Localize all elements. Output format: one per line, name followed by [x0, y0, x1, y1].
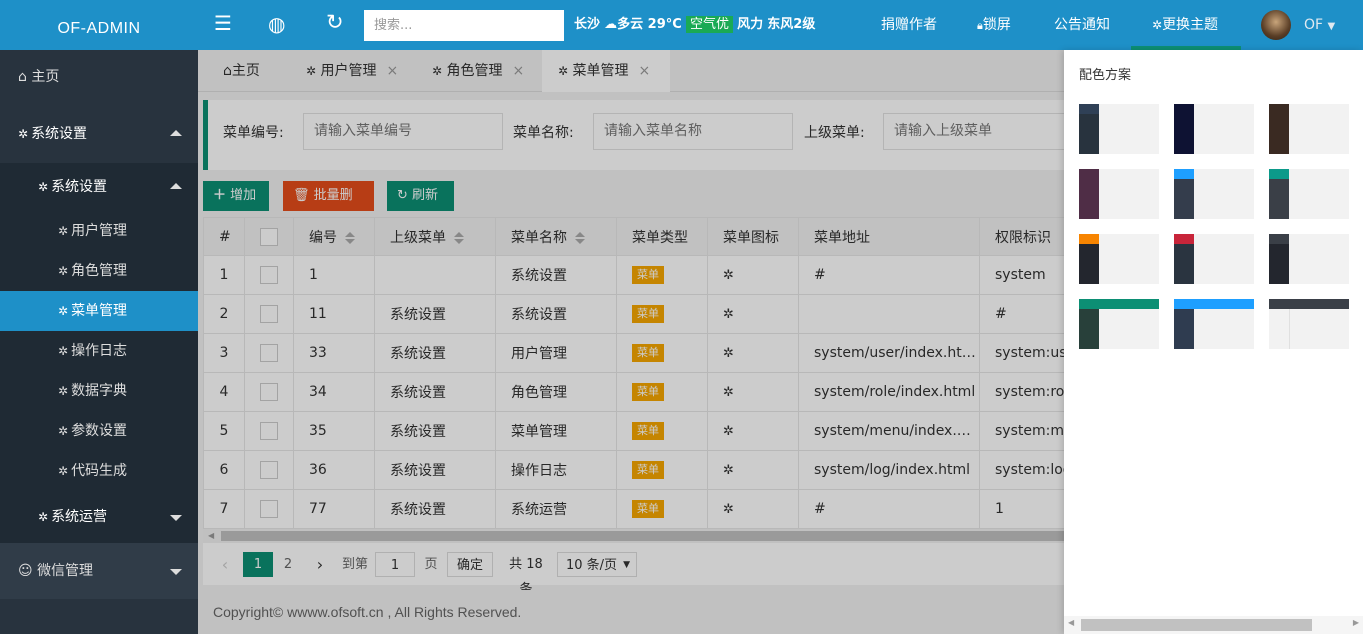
theme-swatch[interactable] — [1269, 234, 1349, 284]
theme-swatch[interactable] — [1079, 234, 1159, 284]
sidebar-item-menus[interactable]: ✲ 菜单管理 — [0, 291, 198, 331]
sidebar-submenu: ✲ 系统设置 ✲ 用户管理 ✲ 角色管理 ✲ 菜单管理 ✲ 操作日志 ✲ 数据字典 ✲ 参数设… — [0, 163, 198, 543]
sidebar-item-logs[interactable]: ✲ 操作日志 — [0, 331, 198, 371]
gear-icon: ✲ — [18, 127, 29, 141]
wind-text: 东风2级 — [767, 17, 816, 32]
theme-swatch[interactable] — [1079, 169, 1159, 219]
refresh-icon[interactable]: ↻ — [326, 10, 344, 34]
caret-down-icon — [170, 569, 182, 575]
sidebar-group-label: 微信管理 — [37, 563, 94, 579]
sidebar: OF-ADMIN ⌂ 主页 ✲ 系统设置 ✲ 系统设置 ✲ 用户管理 ✲ 角色管理 ✲ 菜… — [0, 0, 198, 634]
weather-text: 多云 29°C — [617, 17, 682, 32]
donate-link[interactable]: 捐赠作者 — [881, 0, 937, 50]
sidebar-group-system[interactable]: ✲ 系统设置 — [0, 105, 198, 163]
sidebar-item-roles[interactable]: ✲ 角色管理 — [0, 251, 198, 291]
avatar[interactable] — [1261, 10, 1291, 40]
theme-link[interactable]: ✲更换主题 — [1152, 0, 1218, 50]
wind-label: 风力 — [737, 17, 764, 32]
lock-screen-link[interactable]: 🔒︎锁屏 — [977, 0, 1011, 51]
theme-swatch[interactable] — [1174, 299, 1254, 349]
gear-icon: ✲ — [58, 224, 69, 238]
user-menu[interactable]: OF ▼ — [1304, 0, 1335, 52]
caret-down-icon — [170, 515, 182, 521]
gear-icon: ✲ — [58, 264, 69, 278]
sidebar-item-label: 主页 — [31, 69, 60, 85]
theme-swatch[interactable] — [1174, 234, 1254, 284]
sidebar-item-params[interactable]: ✲ 参数设置 — [0, 411, 198, 451]
caret-up-icon — [170, 130, 182, 136]
sidebar-subgroup-label: 系统设置 — [51, 179, 108, 195]
notice-link[interactable]: 公告通知 — [1054, 0, 1110, 50]
globe-icon[interactable]: ◍ — [268, 12, 285, 36]
sidebar-item-dict[interactable]: ✲ 数据字典 — [0, 371, 198, 411]
gear-icon: ✲ — [58, 464, 69, 478]
menu-toggle-icon[interactable]: ☰ — [214, 11, 232, 35]
theme-swatch[interactable] — [1079, 104, 1159, 154]
sidebar-item-home[interactable]: ⌂ 主页 — [0, 50, 198, 105]
air-quality-badge: 空气优 — [685, 16, 733, 33]
theme-swatch[interactable] — [1269, 104, 1349, 154]
sidebar-subgroup-label: 系统运营 — [51, 509, 108, 525]
panel-scrollbar[interactable]: ◀ ▶ — [1064, 616, 1363, 634]
theme-swatch[interactable] — [1269, 169, 1349, 219]
theme-label: 更换主题 — [1162, 17, 1219, 33]
gear-icon: ✲ — [58, 304, 69, 318]
gear-icon: ✲ — [38, 180, 49, 194]
sidebar-item-label: 操作日志 — [71, 343, 128, 359]
theme-panel: 配色方案 ◀ ▶ — [1064, 50, 1363, 634]
sidebar-item-label: 用户管理 — [71, 223, 128, 239]
sidebar-subgroup-ops[interactable]: ✲ 系统运营 — [0, 491, 198, 543]
scrollbar-thumb[interactable] — [1081, 619, 1312, 631]
theme-swatch[interactable] — [1174, 104, 1254, 154]
city-label: 长沙 — [574, 17, 601, 32]
theme-panel-title: 配色方案 — [1079, 68, 1132, 83]
sidebar-item-label: 菜单管理 — [71, 303, 128, 319]
sidebar-item-label: 参数设置 — [71, 423, 128, 439]
sidebar-group-label: 系统设置 — [31, 126, 88, 142]
scroll-right-icon[interactable]: ▶ — [1353, 618, 1359, 627]
gear-icon: ✲ — [58, 344, 69, 358]
lock-label: 锁屏 — [982, 17, 1011, 33]
app-logo[interactable]: OF-ADMIN — [0, 0, 198, 50]
theme-swatch[interactable] — [1079, 299, 1159, 349]
gear-icon: ✲ — [38, 510, 49, 524]
gear-icon: ✲ — [58, 424, 69, 438]
theme-swatch[interactable] — [1269, 299, 1349, 349]
sidebar-item-label: 代码生成 — [71, 463, 128, 479]
sidebar-item-label: 角色管理 — [71, 263, 128, 279]
search-input[interactable]: 搜索... — [364, 10, 564, 41]
user-name: OF — [1304, 17, 1324, 33]
cloud-icon: ☁ — [604, 17, 618, 32]
sidebar-item-label: 数据字典 — [71, 383, 128, 399]
chevron-down-icon: ▼ — [1327, 21, 1336, 32]
wechat-icon: ☺ — [18, 563, 33, 579]
home-icon: ⌂ — [18, 69, 27, 85]
gear-icon: ✲ — [58, 384, 69, 398]
theme-swatch[interactable] — [1174, 169, 1254, 219]
weather-widget: 长沙 ☁多云 29°C 空气优 风力 东风2级 — [574, 0, 815, 50]
gear-icon: ✲ — [1152, 18, 1163, 32]
sidebar-item-codegen[interactable]: ✲ 代码生成 — [0, 451, 198, 491]
caret-up-icon — [170, 183, 182, 189]
sidebar-group-wechat[interactable]: ☺ 微信管理 — [0, 543, 198, 599]
scroll-left-icon[interactable]: ◀ — [1068, 618, 1074, 627]
sidebar-subgroup-system[interactable]: ✲ 系统设置 — [0, 163, 198, 211]
top-bar: ☰ ◍ ↻ 搜索... 长沙 ☁多云 29°C 空气优 风力 东风2级 捐赠作者… — [198, 0, 1363, 50]
sidebar-item-users[interactable]: ✲ 用户管理 — [0, 211, 198, 251]
